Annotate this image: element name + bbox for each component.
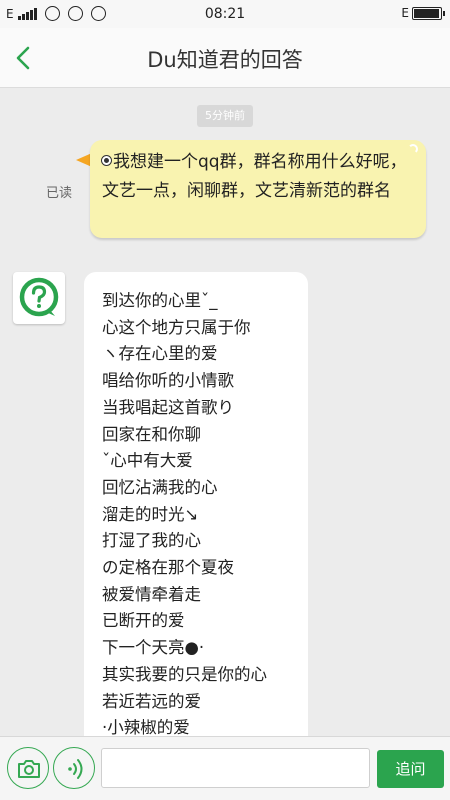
answer-line: ˇ心中有大爱 [102, 451, 193, 471]
page-title: Du知道君的回答 [147, 48, 303, 72]
status-right: E [401, 6, 445, 20]
answer-line: 当我唱起这首歌り [102, 397, 234, 417]
answer-line: 唱给你听的小情歌 [102, 371, 234, 391]
answer-line: 打湿了我的心 [102, 531, 201, 551]
back-button[interactable] [8, 40, 44, 76]
clock: 08:21 [204, 6, 246, 22]
answer-line: 心这个地方只属于你 [102, 317, 251, 337]
answer-line: 下一个天亮●· [102, 638, 205, 658]
question-text: 我想建一个qq群，群名称用什么好呢，文艺一点，闲聊群，文艺清新范的群名 [102, 152, 407, 201]
header: Du知道君的回答 [0, 28, 450, 88]
answer-line: 已断开的爱 [102, 611, 185, 631]
answer-line: の定格在那个夏夜 [102, 558, 234, 578]
voice-button[interactable] [53, 747, 95, 789]
answer-line: 若近若远的爱 [102, 691, 201, 711]
answer-line: 溜走的时光↘ [102, 504, 199, 524]
back-arrow-icon [16, 46, 30, 70]
answer-line: 到达你的心里ˇ_ [102, 291, 218, 310]
battery-icon [412, 6, 445, 20]
camera-button[interactable] [7, 747, 49, 789]
answerer-avatar[interactable] [13, 272, 65, 324]
question-mark-icon [19, 277, 59, 317]
message-timestamp: 5分钟前 [197, 105, 253, 127]
camera-icon [18, 760, 40, 778]
read-status: 已读 [46, 186, 73, 201]
answer-line: 回忆沾满我的心 [102, 477, 218, 497]
answer-line: 被爱情牵着走 [102, 584, 201, 604]
follow-up-button[interactable]: 追问 [377, 750, 444, 788]
answer-bubble[interactable]: 到达你的心里ˇ_ 心这个地方只属于你 ヽ存在心里的爱 唱给你听的小情歌 当我唱起… [84, 272, 308, 752]
question-bubble[interactable]: 我想建一个qq群，群名称用什么好呢，文艺一点，闲聊群，文艺清新范的群名 [90, 140, 426, 238]
status-bar: E 08:21 E [0, 0, 450, 28]
voice-icon [68, 759, 83, 779]
answer-line: ヽ存在心里的爱 [102, 344, 218, 364]
answer-line: 回家在和你聊 [102, 424, 201, 444]
answer-line: 其实我要的只是你的心 [102, 664, 267, 684]
input-bar: 追问 [0, 736, 450, 800]
bird-eye-icon [102, 155, 111, 165]
network-type-right: E [401, 6, 409, 20]
message-input[interactable] [101, 748, 370, 788]
bubble-decoration-icon [408, 144, 418, 154]
